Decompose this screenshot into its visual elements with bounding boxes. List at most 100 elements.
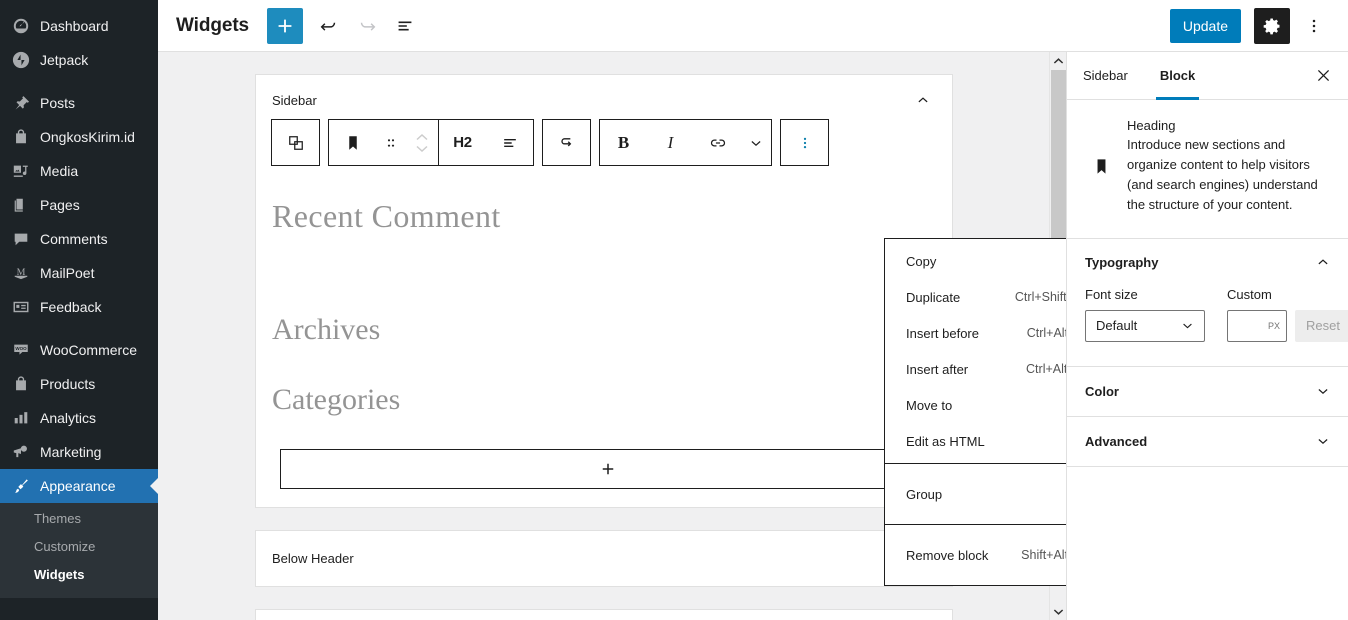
- brush-icon: [11, 476, 31, 496]
- menu-item-insert-after[interactable]: Insert after Ctrl+Alt+Y: [885, 351, 1066, 387]
- submenu-item-themes[interactable]: Themes: [0, 505, 158, 533]
- sidebar-item-ongkoskirim[interactable]: OngkosKirim.id: [0, 120, 158, 154]
- custom-unit-label: PX: [1267, 320, 1280, 331]
- page-title: Widgets: [176, 14, 250, 36]
- heading-block-recent-comment[interactable]: Recent Comment: [256, 198, 952, 235]
- submenu-item-customize[interactable]: Customize: [0, 533, 158, 561]
- sidebar-item-pages[interactable]: Pages: [0, 188, 158, 222]
- block-card: Heading Introduce new sections and organ…: [1067, 100, 1348, 239]
- editor-header: Widgets Update: [158, 0, 1348, 52]
- collapse-chevron-up-icon[interactable]: [912, 89, 934, 111]
- update-button[interactable]: Update: [1169, 8, 1241, 43]
- sidebar-item-marketing[interactable]: Marketing: [0, 435, 158, 469]
- appearance-submenu: Themes Customize Widgets: [0, 503, 158, 598]
- menu-item-group[interactable]: Group: [885, 468, 1066, 520]
- block-appender-button[interactable]: [280, 449, 936, 489]
- toolbar-group-format: B I: [599, 119, 772, 166]
- block-type-button[interactable]: [329, 120, 376, 165]
- font-size-value: Default: [1096, 318, 1138, 334]
- sidebar-item-label: WooCommerce: [40, 342, 137, 358]
- list-view-icon: [398, 21, 412, 30]
- editor-main: Widgets Update Sidebar H2 B I Recent Com…: [158, 0, 1348, 620]
- align-left-icon: [503, 138, 516, 147]
- more-options-button[interactable]: [1296, 8, 1332, 44]
- custom-field-wrap: Custom PX: [1227, 287, 1287, 342]
- sidebar-item-label: Posts: [40, 95, 76, 111]
- bold-button[interactable]: B: [600, 120, 647, 165]
- drag-dots-icon: [387, 138, 395, 147]
- custom-font-size-input[interactable]: PX: [1227, 309, 1287, 342]
- custom-label: Custom: [1227, 286, 1272, 302]
- sidebar-item-woocommerce[interactable]: WOO WooCommerce: [0, 333, 158, 367]
- sidebar-item-products[interactable]: Products: [0, 367, 158, 401]
- reset-button[interactable]: Reset: [1295, 309, 1348, 342]
- sidebar-item-feedback[interactable]: Feedback: [0, 290, 158, 324]
- move-block-buttons[interactable]: [406, 120, 438, 165]
- menu-item-label: Duplicate: [906, 289, 961, 305]
- block-options-button[interactable]: [781, 120, 828, 165]
- select-parent-block-button[interactable]: [272, 120, 319, 165]
- link-button[interactable]: [694, 120, 741, 165]
- advanced-panel-header[interactable]: Advanced: [1067, 417, 1348, 467]
- menu-item-move-to[interactable]: Move to: [885, 387, 1066, 423]
- editor-body: Sidebar H2 B I Recent Comment Archives C…: [158, 52, 1348, 620]
- align-text-button[interactable]: [486, 120, 533, 165]
- header-actions: Update: [1169, 7, 1332, 44]
- sidebar-item-label: MailPoet: [40, 265, 95, 281]
- block-toolbar: H2 B I: [271, 119, 837, 166]
- sidebar-item-posts[interactable]: Posts: [0, 86, 158, 120]
- indent-button[interactable]: [543, 120, 590, 165]
- widget-area-title: Below Header: [272, 550, 354, 566]
- menu-item-label: Group: [906, 486, 943, 502]
- toolbar-group-parent: [271, 119, 320, 166]
- sidebar-item-dashboard[interactable]: Dashboard: [0, 9, 158, 43]
- font-size-control: Font size Default: [1085, 287, 1205, 342]
- sidebar-item-label: Jetpack: [40, 52, 89, 68]
- sidebar-item-label: Dashboard: [40, 18, 109, 34]
- menu-item-copy[interactable]: Copy: [885, 243, 1066, 279]
- menu-item-label: Insert after: [906, 361, 969, 377]
- menu-item-edit-as-html[interactable]: Edit as HTML: [885, 423, 1066, 459]
- widget-area-header: Below Header: [256, 531, 952, 586]
- sidebar-item-media[interactable]: Media: [0, 154, 158, 188]
- sidebar-item-comments[interactable]: Comments: [0, 222, 158, 256]
- drag-handle-button[interactable]: [376, 120, 406, 165]
- pin-icon: [11, 93, 31, 113]
- submenu-item-widgets[interactable]: Widgets: [0, 561, 158, 589]
- heading-block-archives[interactable]: Archives: [256, 313, 952, 347]
- italic-button[interactable]: I: [647, 120, 694, 165]
- typography-panel-header[interactable]: Typography: [1067, 239, 1348, 287]
- chart-icon: [11, 408, 31, 428]
- tab-block[interactable]: Block: [1144, 52, 1211, 100]
- heading-level-button[interactable]: H2: [439, 120, 486, 165]
- redo-button[interactable]: [349, 8, 385, 44]
- tab-sidebar[interactable]: Sidebar: [1067, 52, 1144, 99]
- close-icon: [1317, 69, 1329, 82]
- heading-block-categories[interactable]: Categories: [256, 383, 952, 417]
- sidebar-item-mailpoet[interactable]: M MailPoet: [0, 256, 158, 290]
- megaphone-icon: [11, 442, 31, 462]
- menu-item-duplicate[interactable]: Duplicate Ctrl+Shift+D: [885, 279, 1066, 315]
- undo-button[interactable]: [311, 8, 347, 44]
- settings-button[interactable]: [1254, 7, 1290, 44]
- scroll-up-arrow-icon[interactable]: [1050, 52, 1066, 69]
- sidebar-item-appearance[interactable]: Appearance: [0, 469, 158, 503]
- sidebar-item-jetpack[interactable]: Jetpack: [0, 43, 158, 77]
- menu-item-insert-before[interactable]: Insert before Ctrl+Alt+T: [885, 315, 1066, 351]
- bag-icon: [11, 127, 31, 147]
- redo-icon: [360, 22, 376, 31]
- menu-item-label: Insert before: [906, 325, 979, 341]
- color-panel-header[interactable]: Color: [1067, 367, 1348, 417]
- scroll-down-arrow-icon[interactable]: [1050, 603, 1066, 620]
- widget-area-sidebar: Sidebar H2 B I Recent Comment Archives C…: [255, 74, 953, 508]
- menu-item-remove-block[interactable]: Remove block Shift+Alt+Z: [885, 529, 1066, 581]
- widget-area-body: Recent Comment Archives Categories: [256, 198, 952, 507]
- close-settings-button[interactable]: [1300, 52, 1346, 99]
- font-size-select[interactable]: Default: [1085, 309, 1205, 342]
- list-view-button[interactable]: [387, 8, 423, 44]
- add-block-button[interactable]: [267, 7, 304, 44]
- feedback-icon: [11, 297, 31, 317]
- sidebar-item-analytics[interactable]: Analytics: [0, 401, 158, 435]
- more-rich-text-button[interactable]: [741, 120, 771, 165]
- media-icon: [11, 161, 31, 181]
